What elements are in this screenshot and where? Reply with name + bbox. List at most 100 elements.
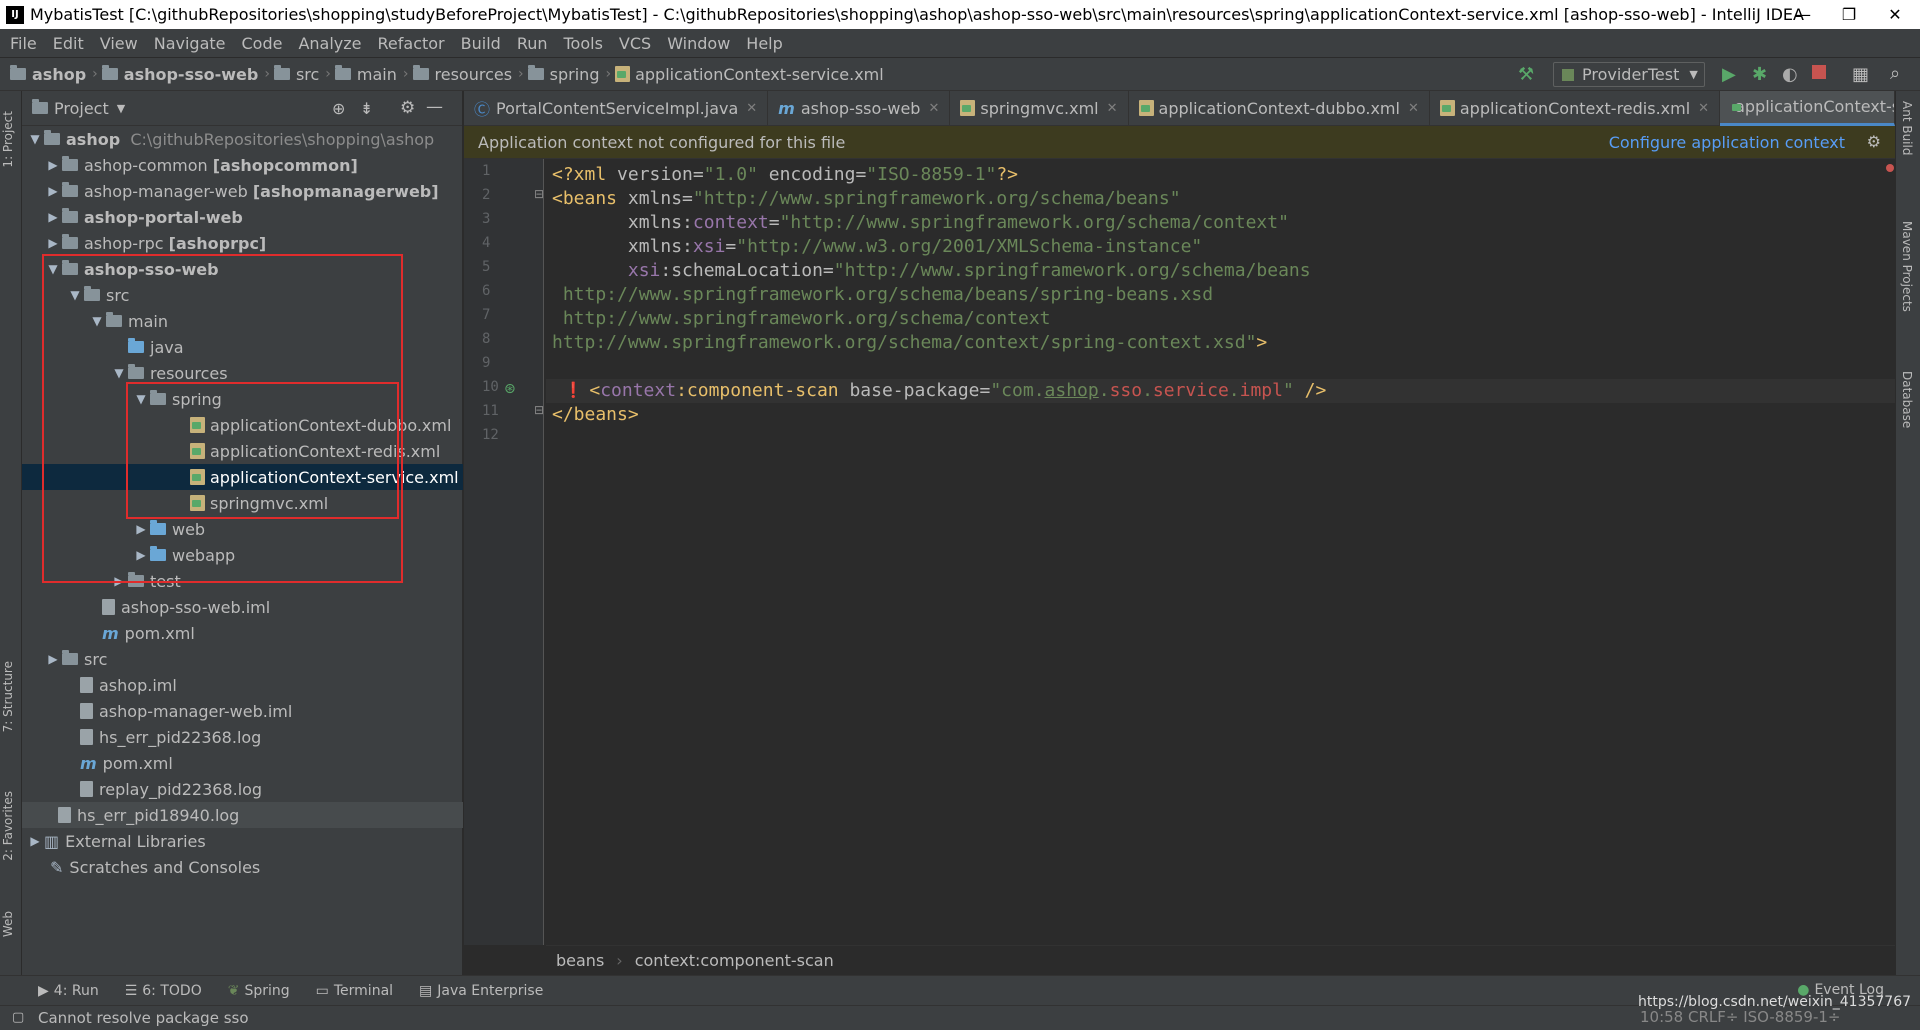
tab-service-active[interactable]: applicationContext-service.xml [1720,90,1895,126]
breadcrumb-file[interactable]: applicationContext-service.xml [615,65,884,84]
tool-terminal-tab[interactable]: ▭ Terminal [316,983,393,999]
tree-item-hs-err-18940[interactable]: hs_err_pid18940.log [22,802,463,828]
tab-portal-content-service[interactable]: Ⓒ PortalContentServiceImpl.java ✕ [464,90,769,126]
menu-bar: File Edit View Navigate Code Analyze Ref… [0,29,1920,57]
tab-ashop-sso-web-pom[interactable]: m ashop-sso-web ✕ [768,90,951,126]
maven-icon: m [102,623,119,643]
menu-refactor[interactable]: Refactor [370,34,453,53]
tree-item-root-src[interactable]: ▶ src [22,646,463,672]
status-right-info[interactable]: 10:58 CRLF÷ ISO-8859-1÷ [1640,1008,1841,1026]
tool-todo-tab[interactable]: ☰ 6: TODO [125,983,202,999]
tree-item-root-pom[interactable]: m pom.xml [22,750,463,776]
project-view-select[interactable]: Project [54,99,109,118]
iml-file-icon [80,677,93,693]
project-icon [32,99,48,114]
tool-project-tab[interactable]: 1: Project [1,111,15,168]
close-tab-icon[interactable]: ✕ [746,101,757,116]
breadcrumb-module[interactable]: ashop-sso-web › [101,65,270,84]
build-hammer-icon[interactable]: ⚒ [1518,64,1534,85]
error-stripe-icon[interactable] [1886,164,1894,172]
tree-item-ashop[interactable]: ▼ ashop C:\githubRepositories\shopping\as… [22,126,463,152]
watermark-text: https://blog.csdn.net/weixin_41357767 [1638,994,1912,1010]
menu-build[interactable]: Build [453,34,509,53]
folder-icon [62,650,78,665]
search-icon[interactable]: ⌕ [1890,63,1900,84]
tree-item-scratches[interactable]: ✎ Scratches and Consoles [22,854,463,880]
banner-message: Application context not configured for t… [478,132,846,152]
gear-icon[interactable]: ⚙ [400,98,415,118]
close-tab-icon[interactable]: ✕ [1698,101,1709,116]
project-structure-icon[interactable]: ▦ [1852,64,1869,85]
tab-dubbo[interactable]: applicationContext-dubbo.xml ✕ [1129,90,1430,126]
menu-edit[interactable]: Edit [45,34,92,53]
menu-file[interactable]: File [2,34,45,53]
context-warning-banner: Application context not configured for t… [464,126,1895,159]
debug-bug-icon[interactable]: ✱ [1752,64,1767,85]
tab-redis[interactable]: applicationContext-redis.xml ✕ [1430,90,1721,126]
menu-help[interactable]: Help [738,34,790,53]
menu-run[interactable]: Run [509,34,556,53]
menu-vcs[interactable]: VCS [611,34,659,53]
tool-favorites-tab[interactable]: 2: Favorites [1,791,15,861]
close-tab-icon[interactable]: ✕ [1107,101,1118,116]
fold-marker-icon[interactable]: ⊟ [534,403,544,417]
tree-item-hs-err-22368[interactable]: hs_err_pid22368.log [22,724,463,750]
locate-target-icon[interactable]: ⊕ [332,99,345,118]
menu-tools[interactable]: Tools [556,34,611,53]
configure-context-link[interactable]: Configure application context [1609,133,1845,152]
breadcrumb-spring[interactable]: spring › [527,65,611,84]
breadcrumb-resources[interactable]: resources › [412,65,524,84]
log-file-icon [80,729,93,745]
tree-item-ashop-rpc[interactable]: ▶ ashop-rpc [ashoprpc] [22,230,463,256]
run-icon[interactable]: ▶ [1722,64,1736,85]
navigation-bar: ashop › ashop-sso-web › src › main › resourc… [0,57,1920,91]
fold-marker-icon[interactable]: ⊟ [534,187,544,201]
tree-item-ashop-iml[interactable]: ashop.iml [22,672,463,698]
breadcrumb-main[interactable]: main › [334,65,409,84]
tree-item-sso-iml[interactable]: ashop-sso-web.iml [22,594,463,620]
breadcrumb-ashop[interactable]: ashop › [10,65,98,84]
close-window-button[interactable]: ✕ [1872,0,1918,29]
menu-navigate[interactable]: Navigate [146,34,234,53]
run-config-select[interactable]: ProviderTest ▼ [1553,62,1705,87]
tool-structure-tab[interactable]: 7: Structure [1,661,15,732]
code-line-1: <?xml version="1.0" encoding="ISO-8859-1… [552,164,1019,185]
tool-ant-build-tab[interactable]: Ant Build [1900,101,1914,155]
breadcrumb-src[interactable]: src › [273,65,331,84]
tab-springmvc[interactable]: springmvc.xml ✕ [950,90,1129,126]
tool-web-tab[interactable]: Web [1,911,15,937]
tree-item-manager-iml[interactable]: ashop-manager-web.iml [22,698,463,724]
coverage-icon[interactable]: ◐ [1782,64,1798,85]
menu-analyze[interactable]: Analyze [290,34,369,53]
code-crumb-beans[interactable]: beans [556,951,604,970]
tree-item-replay-log[interactable]: replay_pid22368.log [22,776,463,802]
code-editor[interactable]: <?xml version="1.0" encoding="ISO-8859-1… [546,159,1895,945]
stop-icon[interactable] [1812,65,1826,79]
tool-spring-tab[interactable]: ❦ Spring [228,983,290,999]
tree-item-ashop-manager-web[interactable]: ▶ ashop-manager-web [ashopmanagerweb] [22,178,463,204]
tool-database-tab[interactable]: Database [1900,371,1914,428]
toggle-tool-windows-icon[interactable]: ▢ [12,1010,24,1025]
tree-item-ashop-common[interactable]: ▶ ashop-common [ashopcommon] [22,152,463,178]
chevron-down-icon[interactable]: ▼ [117,102,125,115]
minimize-button[interactable]: — [1780,0,1826,29]
close-tab-icon[interactable]: ✕ [1408,101,1419,116]
tree-item-sso-pom[interactable]: m pom.xml [22,620,463,646]
restore-button[interactable]: ❐ [1826,0,1872,29]
menu-window[interactable]: Window [659,34,738,53]
tool-java-enterprise-tab[interactable]: ▤ Java Enterprise [419,983,543,999]
close-tab-icon[interactable]: ✕ [928,101,939,116]
tool-run-tab[interactable]: ▶ 4: Run [38,983,99,999]
tree-item-ashop-portal-web[interactable]: ▶ ashop-portal-web [22,204,463,230]
gear-icon[interactable]: ⚙ [1867,132,1881,151]
collapse-all-icon[interactable]: ⇟ [360,99,373,118]
error-bulb-icon[interactable]: ❗ [564,381,583,399]
hide-panel-icon[interactable]: — [426,97,443,117]
menu-view[interactable]: View [92,34,146,53]
code-crumb-component-scan[interactable]: context:component-scan [635,951,834,970]
tool-maven-tab[interactable]: Maven Projects [1900,221,1914,312]
spring-bean-gutter-icon[interactable]: ⊛ [504,381,516,397]
tree-item-external-libraries[interactable]: ▶ ▥ External Libraries [22,828,463,854]
collapsed-arrow-icon: ▶ [48,236,58,250]
menu-code[interactable]: Code [234,34,291,53]
